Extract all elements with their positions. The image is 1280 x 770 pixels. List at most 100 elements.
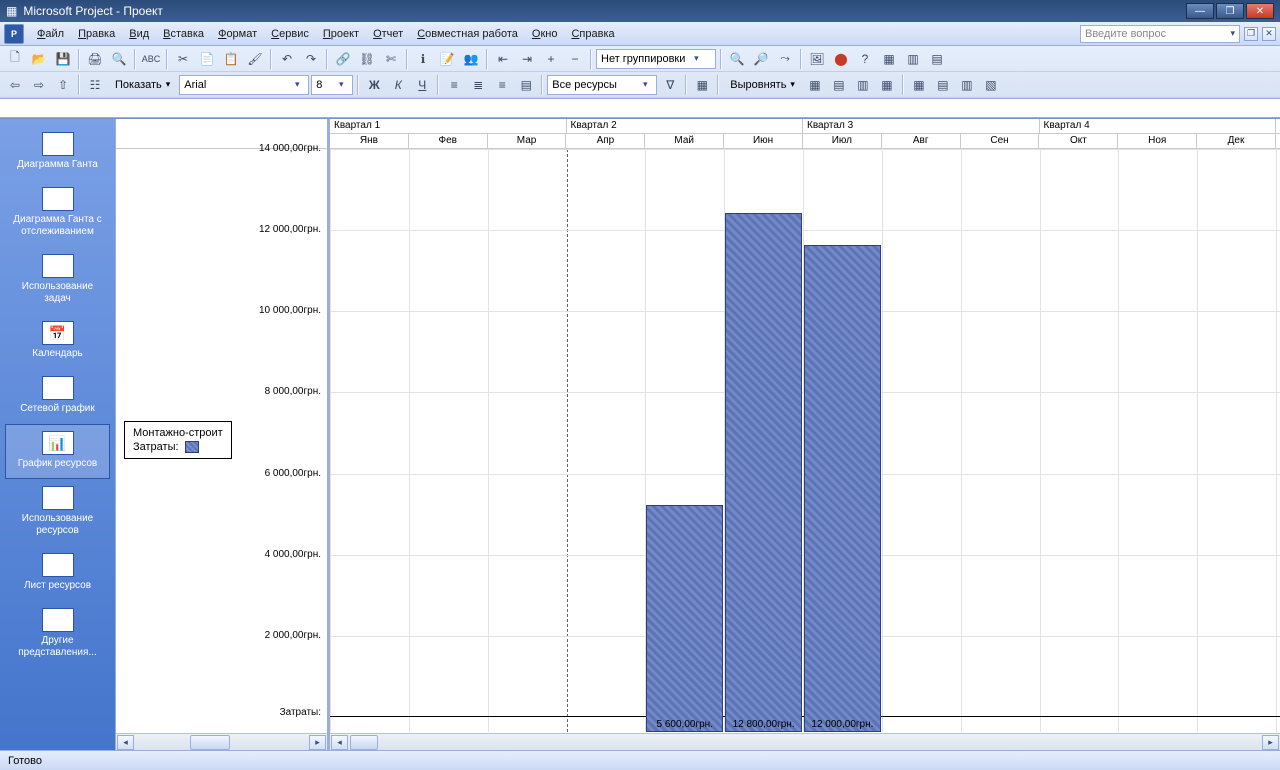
group-by-combo[interactable]: Нет группировки▾ (596, 49, 716, 69)
view-icon: ▦ (42, 486, 74, 510)
tb-btn-a[interactable]: ▦ (878, 48, 900, 70)
tracking-icon-h[interactable]: ▧ (980, 74, 1002, 96)
chart-hscroll[interactable]: ◂ ▸ (330, 733, 1280, 750)
zoom-out-button[interactable]: 🔎 (750, 48, 772, 70)
maximize-button[interactable]: ❐ (1216, 3, 1244, 19)
menu-совместная работа[interactable]: Совместная работа (410, 26, 525, 42)
toolbars: 🗋 📂 💾 🖨 🔍 ABC ✂ 📄 📋 🖌 ↶ ↷ 🔗 ⛓ ✄ ℹ 📝 👥 ⇤ … (0, 46, 1280, 119)
notes-button[interactable]: 📝 (436, 48, 458, 70)
menu-окно[interactable]: Окно (525, 26, 565, 42)
tracking-icon-e[interactable]: ▦ (908, 74, 930, 96)
task-info-button[interactable]: ℹ (412, 48, 434, 70)
view-2[interactable]: ▦Использование задач (5, 247, 110, 314)
view-1[interactable]: ▭Диаграмма Ганта с отслеживанием (5, 180, 110, 247)
print-button[interactable]: 🖨 (84, 48, 106, 70)
chart-scroll-thumb[interactable] (350, 735, 378, 750)
align-justify-button[interactable]: ▤ (515, 74, 537, 96)
minimize-button[interactable]: — (1186, 3, 1214, 19)
help-search-input[interactable]: Введите вопрос▾ (1080, 25, 1240, 43)
open-file-button[interactable]: 📂 (28, 48, 50, 70)
nav-next-button[interactable]: ⇨ (28, 74, 50, 96)
menu-справка[interactable]: Справка (564, 26, 621, 42)
office-button[interactable]: ⬤ (830, 48, 852, 70)
copy-picture-button[interactable]: 🖼 (806, 48, 828, 70)
autofilter-button[interactable]: ∇ (659, 74, 681, 96)
tracking-icon-c[interactable]: ▥ (852, 74, 874, 96)
align-left-button[interactable]: ≡ (443, 74, 465, 96)
view-5[interactable]: 📊График ресурсов (5, 424, 110, 479)
nav-up-button[interactable]: ⇧ (52, 74, 74, 96)
tracking-icon-f[interactable]: ▤ (932, 74, 954, 96)
menu-отчет[interactable]: Отчет (366, 26, 410, 42)
menu-формат[interactable]: Формат (211, 26, 264, 42)
menu-сервис[interactable]: Сервис (264, 26, 316, 42)
bold-button[interactable]: Ж (363, 74, 385, 96)
menu-вид[interactable]: Вид (122, 26, 156, 42)
new-file-button[interactable]: 🗋 (4, 48, 26, 70)
legend-hscroll[interactable]: ◂ ▸ (116, 733, 327, 750)
goto-task-button[interactable]: ⤳ (774, 48, 796, 70)
bar-label-0: 5 600,00грн. (657, 719, 713, 730)
split-task-button[interactable]: ✄ (380, 48, 402, 70)
scroll-right-button[interactable]: ▸ (309, 735, 326, 750)
hide-subtasks-button[interactable]: − (564, 48, 586, 70)
font-size-combo[interactable]: 8▾ (311, 75, 353, 95)
link-button[interactable]: 🔗 (332, 48, 354, 70)
restore-doc-button[interactable]: ❐ (1244, 27, 1258, 41)
tracking-icon-a[interactable]: ▦ (804, 74, 826, 96)
outline-button[interactable]: ☷ (84, 74, 106, 96)
view-8[interactable]: ▢Другие представления... (5, 601, 110, 668)
undo-button[interactable]: ↶ (276, 48, 298, 70)
tracking-icon-g[interactable]: ▥ (956, 74, 978, 96)
leveling-button[interactable]: Выровнять ▾ (723, 74, 802, 96)
spellcheck-button[interactable]: ABC (140, 48, 162, 70)
wizard-button[interactable]: ▦ (691, 74, 713, 96)
vgrid-9 (1040, 149, 1041, 732)
font-combo[interactable]: Arial▾ (179, 75, 309, 95)
menu-проект[interactable]: Проект (316, 26, 366, 42)
format-painter-button[interactable]: 🖌 (244, 48, 266, 70)
tb-btn-c[interactable]: ▤ (926, 48, 948, 70)
align-center-button[interactable]: ≣ (467, 74, 489, 96)
cut-button[interactable]: ✂ (172, 48, 194, 70)
scroll-thumb[interactable] (190, 735, 230, 750)
underline-button[interactable]: Ч (411, 74, 433, 96)
unlink-button[interactable]: ⛓ (356, 48, 378, 70)
hgrid-1 (330, 230, 1280, 231)
assign-resources-button[interactable]: 👥 (460, 48, 482, 70)
status-bar: Готово (0, 750, 1280, 770)
show-outline-button[interactable]: Показать ▾ (108, 74, 177, 96)
italic-button[interactable]: К (387, 74, 409, 96)
chart-scroll-right-button[interactable]: ▸ (1262, 735, 1279, 750)
menu-файл[interactable]: Файл (30, 26, 71, 42)
help-button[interactable]: ? (854, 48, 876, 70)
redo-button[interactable]: ↷ (300, 48, 322, 70)
chart-scroll-left-button[interactable]: ◂ (331, 735, 348, 750)
tb-btn-b[interactable]: ▥ (902, 48, 924, 70)
view-7[interactable]: ▤Лист ресурсов (5, 546, 110, 601)
align-right-button[interactable]: ≡ (491, 74, 513, 96)
print-preview-button[interactable]: 🔍 (108, 48, 130, 70)
copy-button[interactable]: 📄 (196, 48, 218, 70)
formula-bar[interactable] (0, 98, 1280, 118)
view-0[interactable]: ▭Диаграмма Ганта (5, 125, 110, 180)
nav-prev-button[interactable]: ⇦ (4, 74, 26, 96)
indent-button[interactable]: ⇥ (516, 48, 538, 70)
close-doc-button[interactable]: ✕ (1262, 27, 1276, 41)
filter-combo[interactable]: Все ресурсы▾ (547, 75, 657, 95)
view-3[interactable]: 📅Календарь (5, 314, 110, 369)
project-icon[interactable]: P (4, 24, 24, 44)
outdent-button[interactable]: ⇤ (492, 48, 514, 70)
scroll-left-button[interactable]: ◂ (117, 735, 134, 750)
menu-правка[interactable]: Правка (71, 26, 122, 42)
view-6[interactable]: ▦Использование ресурсов (5, 479, 110, 546)
tracking-icon-d[interactable]: ▦ (876, 74, 898, 96)
paste-button[interactable]: 📋 (220, 48, 242, 70)
close-button[interactable]: ✕ (1246, 3, 1274, 19)
tracking-icon-b[interactable]: ▤ (828, 74, 850, 96)
view-4[interactable]: ▦Сетевой график (5, 369, 110, 424)
save-button[interactable]: 💾 (52, 48, 74, 70)
menu-вставка[interactable]: Вставка (156, 26, 211, 42)
show-subtasks-button[interactable]: + (540, 48, 562, 70)
zoom-in-button[interactable]: 🔍 (726, 48, 748, 70)
